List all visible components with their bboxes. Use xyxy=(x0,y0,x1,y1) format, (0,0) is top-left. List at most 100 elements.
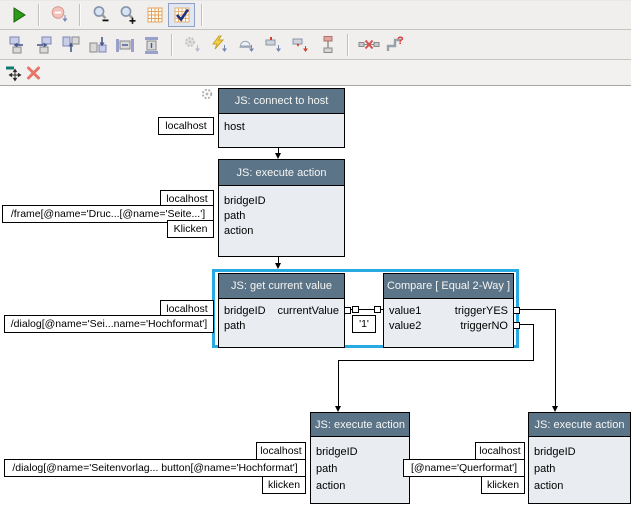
run-button[interactable] xyxy=(5,3,32,27)
pin-value-box[interactable]: klicken xyxy=(262,476,306,494)
pin-label: action xyxy=(224,225,253,237)
zoom-out-icon xyxy=(91,5,111,25)
pin-label: action xyxy=(316,480,345,492)
gear-pin-icon xyxy=(183,35,203,55)
pin-value-box[interactable]: localhost xyxy=(475,442,525,460)
pin-label: bridgeID xyxy=(534,446,576,458)
move-anchor-icon xyxy=(5,64,23,82)
toolbar-separator xyxy=(171,34,173,56)
breakpoint-icon xyxy=(50,5,70,25)
pin-label: value2 xyxy=(389,320,421,332)
connection-line[interactable] xyxy=(338,360,339,407)
node-execute-action-2[interactable]: JS: execute action bridgeID path action xyxy=(310,412,410,504)
pin-value-box[interactable]: localhost xyxy=(256,442,306,460)
connection-line[interactable] xyxy=(519,324,534,325)
connector-square[interactable] xyxy=(374,306,381,313)
pin-label: path xyxy=(316,463,337,475)
toolbar-separator xyxy=(201,4,203,26)
diagram-canvas[interactable]: JS: connect to host host localhost JS: e… xyxy=(0,86,631,506)
connector-square[interactable] xyxy=(513,307,520,314)
delete-connection-button[interactable] xyxy=(355,33,382,57)
toolbar-separator xyxy=(38,4,40,26)
node-connect-to-host[interactable]: JS: connect to host host xyxy=(218,88,345,148)
pin-label: bridgeID xyxy=(224,195,266,207)
move-anchor-button[interactable] xyxy=(4,63,24,83)
connection-line[interactable] xyxy=(519,309,556,310)
snap-to-grid-icon xyxy=(172,5,192,25)
delete-connection-icon xyxy=(358,35,380,55)
input-pin-icon xyxy=(291,35,311,55)
check-connection-button[interactable]: ? xyxy=(382,33,409,57)
node-title: JS: connect to host xyxy=(219,89,344,114)
delete-button[interactable] xyxy=(24,63,44,83)
pin-value-box[interactable]: /dialog[@name='Sei...name='Hochformat'] xyxy=(4,315,214,333)
pin-label: currentValue xyxy=(277,305,339,317)
pin-label: action xyxy=(534,480,563,492)
node-title: Compare [ Equal 2-Way ] xyxy=(384,274,513,299)
run-icon xyxy=(9,5,29,25)
center-vertical-button[interactable] xyxy=(138,33,165,57)
pin-value-box[interactable]: /dialog[@name='Seitenvorlag... button[@n… xyxy=(4,459,306,477)
node-get-current-value[interactable]: JS: get current value bridgeID currentVa… xyxy=(218,273,345,348)
connect-pins-button[interactable] xyxy=(314,33,341,57)
connection-line[interactable] xyxy=(533,324,534,361)
pin-value-box[interactable]: [@name='Querformat'] xyxy=(403,459,525,477)
zoom-in-button[interactable] xyxy=(114,3,141,27)
pin-label: bridgeID xyxy=(224,305,266,317)
toolbar-separator xyxy=(79,4,81,26)
lightning-pin-button[interactable] xyxy=(206,33,233,57)
connect-pins-icon xyxy=(318,35,338,55)
node-execute-action-3[interactable]: JS: execute action bridgeID path action xyxy=(528,412,631,504)
svg-text:?: ? xyxy=(397,35,404,47)
breakpoint-button[interactable] xyxy=(46,3,73,27)
node-title: JS: execute action xyxy=(311,413,409,437)
check-connection-icon: ? xyxy=(385,35,407,55)
gear-pin-button[interactable] xyxy=(179,33,206,57)
align-top-icon xyxy=(60,35,82,55)
connection-line[interactable] xyxy=(338,360,534,361)
align-left-button[interactable] xyxy=(3,33,30,57)
align-left-icon xyxy=(6,35,28,55)
flow-editor-window: ? xyxy=(0,0,631,506)
node-compare[interactable]: Compare [ Equal 2-Way ] value1 triggerYE… xyxy=(383,273,514,348)
output-pin-button[interactable] xyxy=(260,33,287,57)
delete-icon xyxy=(25,64,43,82)
center-horizontal-icon xyxy=(114,35,136,55)
grid-button[interactable] xyxy=(141,3,168,27)
align-bottom-icon xyxy=(87,35,109,55)
connector-square[interactable] xyxy=(352,306,359,313)
output-pin-icon xyxy=(264,35,284,55)
pin-value-box[interactable]: Klicken xyxy=(167,220,214,238)
zoom-out-button[interactable] xyxy=(87,3,114,27)
canvas-toolbar xyxy=(0,60,631,86)
pin-label: path xyxy=(224,320,245,332)
pin-value-box[interactable]: '1' xyxy=(352,315,376,333)
align-bottom-button[interactable] xyxy=(84,33,111,57)
pin-label: path xyxy=(224,210,245,222)
arrowhead-icon xyxy=(275,263,281,269)
layout-toolbar: ? xyxy=(0,30,631,60)
input-pin-button[interactable] xyxy=(287,33,314,57)
node-execute-action-1[interactable]: JS: execute action bridgeID path action xyxy=(218,159,345,257)
snap-to-grid-button[interactable] xyxy=(168,3,195,27)
node-title: JS: get current value xyxy=(219,274,344,299)
align-top-button[interactable] xyxy=(57,33,84,57)
pin-label: bridgeID xyxy=(316,446,358,458)
pin-value-box[interactable]: localhost xyxy=(158,117,214,135)
pin-label: triggerYES xyxy=(455,305,508,317)
bell-pin-button[interactable] xyxy=(233,33,260,57)
center-horizontal-button[interactable] xyxy=(111,33,138,57)
connector-square[interactable] xyxy=(513,322,520,329)
connection-line[interactable] xyxy=(555,309,556,407)
center-vertical-icon xyxy=(141,35,163,55)
node-title: JS: execute action xyxy=(219,160,344,186)
zoom-in-icon xyxy=(118,5,138,25)
main-toolbar xyxy=(0,1,631,30)
connector-square[interactable] xyxy=(344,307,351,314)
gear-icon xyxy=(200,87,214,101)
pin-value-box[interactable]: klicken xyxy=(481,476,525,494)
lightning-pin-icon xyxy=(210,35,230,55)
align-right-button[interactable] xyxy=(30,33,57,57)
grid-icon xyxy=(145,5,165,25)
bell-pin-icon xyxy=(237,35,257,55)
